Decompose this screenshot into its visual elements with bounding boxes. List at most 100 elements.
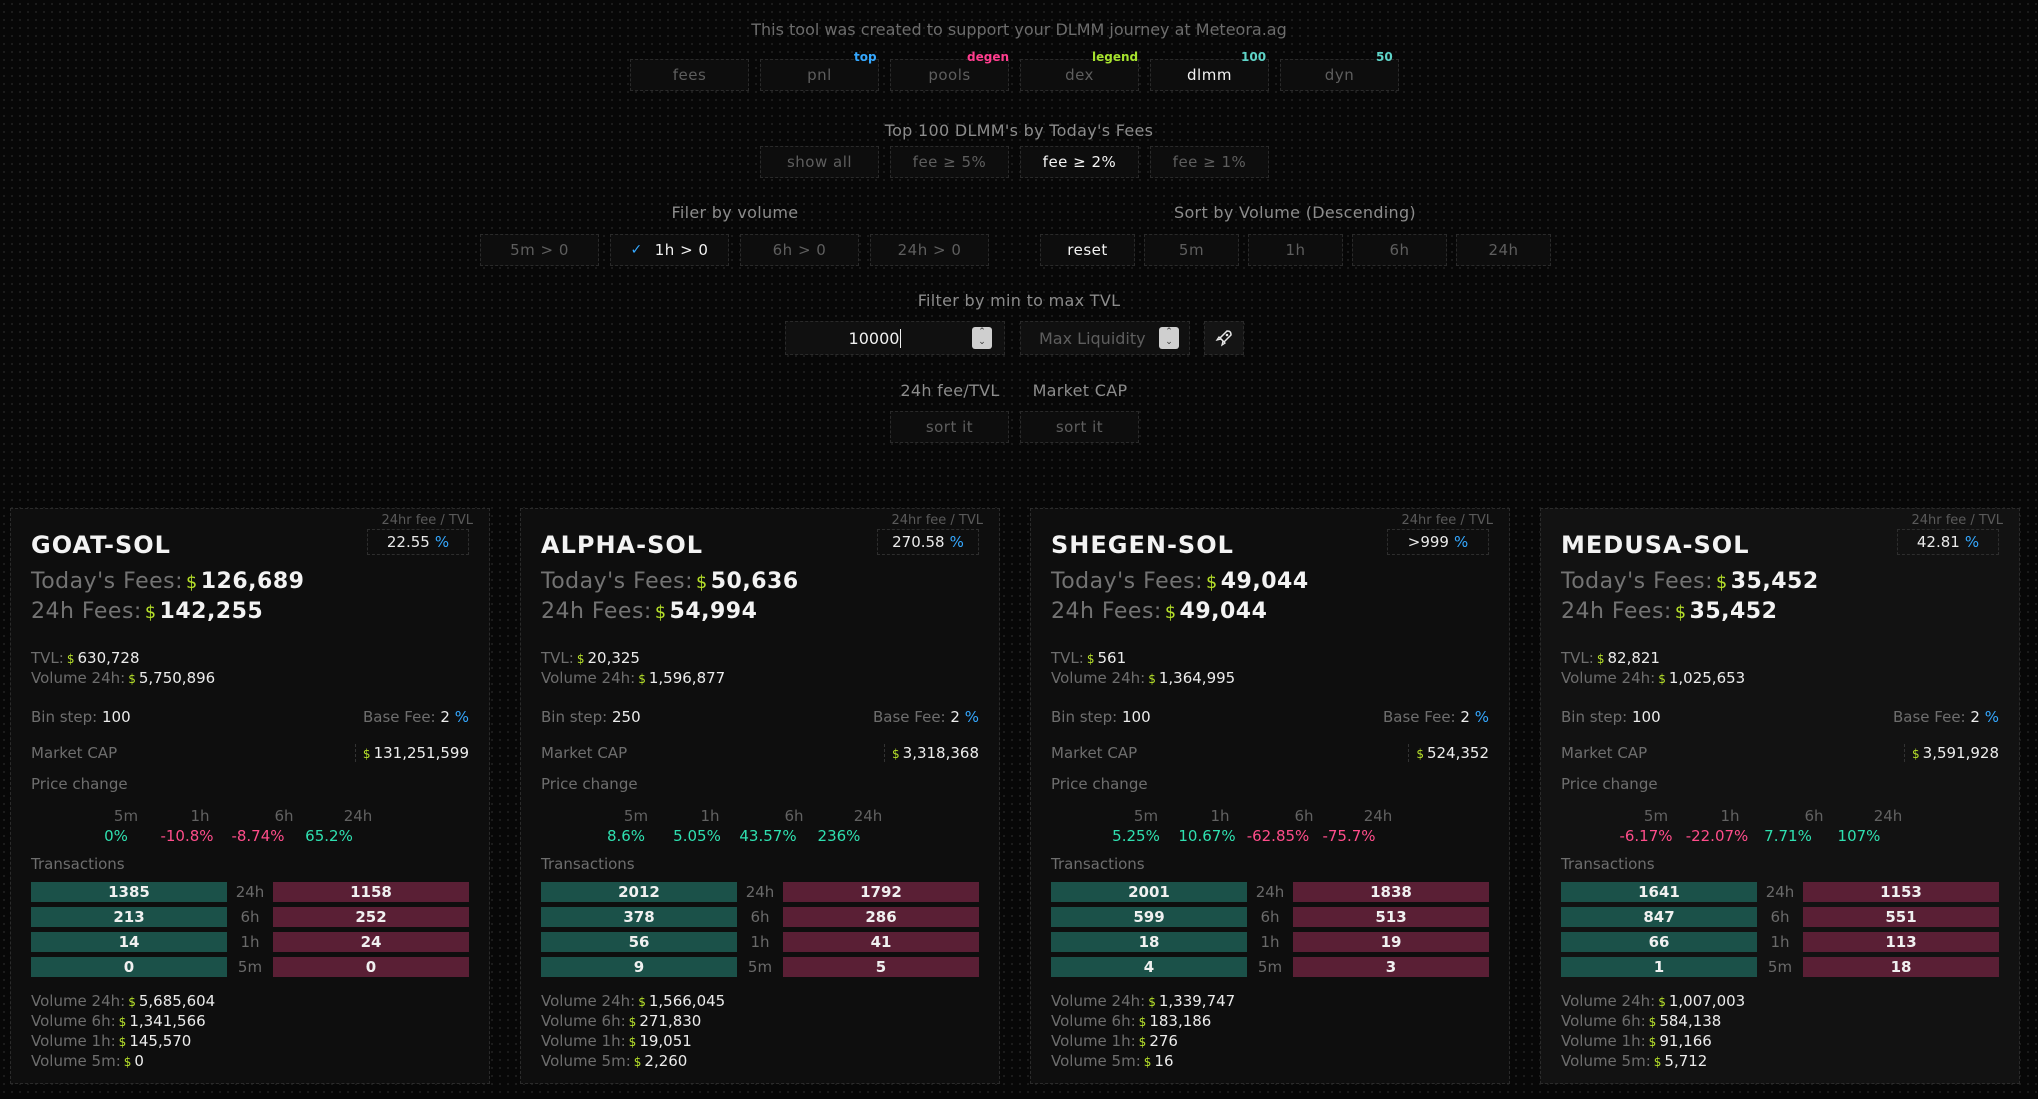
volume-24h-label: Volume 24h: [31,669,126,687]
today-fees: Today's Fees: $50,636 [541,569,799,594]
pc-head-24h: 24h [1363,807,1393,825]
vol-24h-row: Volume 24h: $1,566,045 [541,992,725,1010]
vol-24h-row: Volume 24h: $5,685,604 [31,992,215,1010]
pool-card[interactable]: GOAT-SOL 24hr fee / TVL 22.55 % Today's … [10,508,490,1084]
vol-1h-filter[interactable]: ✓ 1h > 0 [610,234,729,266]
vol-24h-value: 1,339,747 [1158,992,1236,1010]
sort-24h-button[interactable]: 24h [1456,234,1551,266]
tab-label: pools [928,66,971,84]
fee-tvl-badge: 22.55 % [367,529,469,555]
tx-buys-24h: 2001 [1051,882,1247,902]
volume-sort-title: Sort by Volume (Descending) [1174,203,1416,222]
vol-5m-label: Volume 5m: [541,1052,631,1070]
sort-fee-tvl-button[interactable]: sort it [890,411,1009,443]
bin-step-value: 250 [612,708,641,726]
market-cap-label: Market CAP [1561,744,1648,762]
dollar-icon: $ [1674,603,1687,623]
tx-period-5m: 5m [237,958,263,976]
pool-card[interactable]: ALPHA-SOL 24hr fee / TVL 270.58 % Today'… [520,508,1000,1084]
vol-1h-row: Volume 1h: $91,166 [1561,1032,1712,1050]
pool-pair-name[interactable]: SHEGEN-SOL [1051,531,1234,559]
dollar-icon: $ [1912,747,1920,761]
volume-24h-label: Volume 24h: [1051,669,1146,687]
percent-sign: % [1474,708,1489,726]
fee-2-button[interactable]: fee ≥ 2% [1020,146,1139,178]
market-cap-row: $524,352 [1408,744,1489,762]
fee-1-button[interactable]: fee ≥ 1% [1150,146,1269,178]
pool-card[interactable]: MEDUSA-SOL 24hr fee / TVL 42.81 % Today'… [1540,508,2020,1084]
vol-6h-value: 584,138 [1659,1012,1722,1030]
dollar-icon: $ [576,652,585,666]
dollar-icon: $ [892,747,900,761]
pool-pair-name[interactable]: ALPHA-SOL [541,531,703,559]
rocket-icon-glyph [1215,330,1232,347]
sort-6h-button[interactable]: 6h [1352,234,1447,266]
base-fee-value: 2 [1460,708,1470,726]
pc-value-24h: -75.7% [1322,827,1376,845]
tx-sells-6h: 513 [1293,907,1489,927]
tab-badge-legend: legend [1092,50,1139,64]
tx-buys-1h: 66 [1561,932,1757,952]
tx-sells-1h: 113 [1803,932,1999,952]
button-label: fee ≥ 2% [1042,153,1117,171]
rocket-icon[interactable] [1204,321,1244,355]
volume-filter-title: Filer by volume [671,203,799,222]
vol-6h-label: Volume 6h: [541,1012,626,1030]
vol-1h-label: Volume 1h: [1051,1032,1136,1050]
tx-buys-6h: 213 [31,907,227,927]
pc-head-1h: 1h [190,807,210,825]
tvl-filter-title: Filter by min to max TVL [917,291,1121,310]
today-fees-value: 126,689 [200,569,305,594]
tab-badge-top: top [854,50,877,64]
fee-tvl-label: 24hr fee / TVL [1401,513,1493,528]
reset-sort-button[interactable]: reset [1040,234,1135,266]
bin-step-label: Bin step: [31,708,98,726]
today-fees: Today's Fees: $49,044 [1051,569,1309,594]
sort-5m-button[interactable]: 5m [1144,234,1239,266]
sort-market-cap-button[interactable]: sort it [1020,411,1139,443]
tx-buys-6h: 378 [541,907,737,927]
base-fee-value: 2 [950,708,960,726]
market-cap-sort-label: Market CAP [1032,381,1128,400]
fee-5-button[interactable]: fee ≥ 5% [890,146,1009,178]
bin-step-value: 100 [1632,708,1661,726]
market-cap-row: $131,251,599 [354,744,469,762]
price-change-label: Price change [1561,775,1658,793]
fee-filter-title: Top 100 DLMM's by Today's Fees [884,121,1154,140]
vol-6h-filter[interactable]: 6h > 0 [740,234,859,266]
dollar-icon: $ [128,672,136,686]
vol-5m-filter[interactable]: 5m > 0 [480,234,599,266]
max-tvl-stepper[interactable]: ⌃ ⌄ [1159,327,1179,349]
pool-pair-name[interactable]: GOAT-SOL [31,531,171,559]
dollar-icon: $ [1148,672,1156,686]
vol-5m-value: 5,712 [1664,1052,1708,1070]
vol-24h-filter[interactable]: 24h > 0 [870,234,989,266]
vol-1h-row: Volume 1h: $276 [1051,1032,1178,1050]
volume-24h-row: Volume 24h: $1,596,877 [541,669,725,687]
vol-5m-row: Volume 5m: $0 [31,1052,144,1070]
sort-1h-button[interactable]: 1h [1248,234,1343,266]
tvl-row: TVL: $561 [1051,649,1126,667]
pc-head-6h: 6h [1294,807,1314,825]
vol-5m-label: Volume 5m: [1051,1052,1141,1070]
tab-fees[interactable]: fees [630,59,749,91]
max-tvl-input[interactable]: Max Liquidity ⌃ ⌄ [1020,321,1190,355]
base-fee-row: Base Fee: 2 % [873,708,979,726]
tx-buys-24h: 1641 [1561,882,1757,902]
tx-period-24h: 24h [1255,883,1285,901]
pool-pair-name[interactable]: MEDUSA-SOL [1561,531,1750,559]
pool-card[interactable]: SHEGEN-SOL 24hr fee / TVL >999 % Today's… [1030,508,1510,1084]
show-all-button[interactable]: show all [760,146,879,178]
tx-buys-1h: 56 [541,932,737,952]
button-label: 5m > 0 [510,241,569,259]
button-label: fee ≥ 5% [912,153,987,171]
min-tvl-stepper[interactable]: ⌃ ⌄ [972,327,992,349]
tx-sells-5m: 0 [273,957,469,977]
market-cap-value: 131,251,599 [373,744,469,762]
tvl-row: TVL: $20,325 [541,649,640,667]
pc-value-24h: 236% [817,827,861,845]
tvl-row: TVL: $630,728 [31,649,140,667]
tx-sells-6h: 286 [783,907,979,927]
min-tvl-input[interactable]: 10000 ⌃ ⌄ [785,321,1005,355]
fee-tvl-sort-label: 24h fee/TVL [900,381,1000,400]
